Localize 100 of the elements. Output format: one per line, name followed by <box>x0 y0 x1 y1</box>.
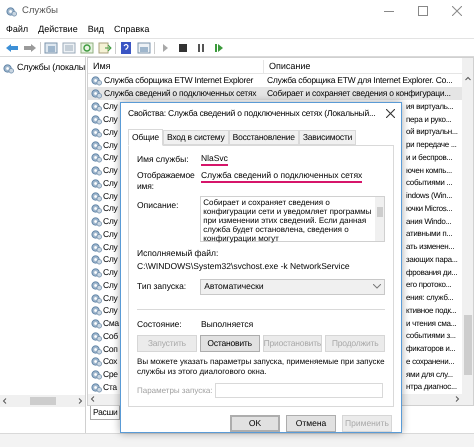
scroll-right-icon[interactable] <box>454 396 460 402</box>
scroll-left-icon[interactable] <box>90 396 96 402</box>
service-name: Слу <box>103 126 118 139</box>
dialog-button[interactable]: Отмена <box>286 415 336 432</box>
service-description: нтра диагнос... <box>406 381 457 394</box>
service-name-value: NlaSvc <box>201 152 228 166</box>
service-description: ями для слу... <box>406 368 453 381</box>
field-label: Имя службы: <box>137 152 190 166</box>
service-description: зающих пара... <box>406 254 458 266</box>
service-description: ения: служб... <box>406 292 454 304</box>
service-name: Слу <box>103 151 118 164</box>
menu-item[interactable]: Вид <box>88 23 104 37</box>
gear-icon <box>91 216 102 228</box>
dialog-tab[interactable]: Общие <box>128 129 163 146</box>
gear-icon <box>91 114 102 126</box>
service-description: фикаторов и... <box>406 343 456 356</box>
gear-icon <box>91 318 102 330</box>
service-description: Служба сборщика ETW для Internet Explorer. Co... <box>266 74 452 88</box>
column-header[interactable]: Имя <box>88 60 264 74</box>
service-description: ать изменен... <box>406 241 454 254</box>
gear-icon <box>91 203 102 214</box>
service-name: Слу <box>103 176 118 190</box>
scroll-left-icon[interactable] <box>2 398 8 404</box>
gear-icon <box>91 228 102 240</box>
dialog-tab[interactable]: Зависимости <box>298 130 356 145</box>
gear-icon <box>91 369 102 380</box>
scrollbar-thumb[interactable] <box>30 397 56 405</box>
gear-icon <box>91 330 102 342</box>
console-tree-icon[interactable] <box>43 40 59 54</box>
gear-icon <box>91 344 102 355</box>
gear-icon <box>91 356 102 368</box>
view-tab[interactable]: Расши <box>90 406 120 420</box>
scrollbar-thumb[interactable] <box>376 207 382 217</box>
gear-icon <box>91 292 102 304</box>
gear-icon <box>91 382 102 393</box>
scrollbar-thumb[interactable] <box>464 315 472 375</box>
service-description: и и беспров... <box>406 152 452 164</box>
gear-icon <box>91 190 102 202</box>
description-text: Собирает и сохраняет сведения о конфигурации сети и уведомляет программы при изменении этих сведений. Если данная служба будет остановлена, сведения о конфигурации могут <box>202 197 372 241</box>
gear-icon <box>91 75 102 86</box>
close-icon <box>386 108 394 118</box>
gear-icon <box>91 101 102 112</box>
service-description: пера и руко... <box>406 114 452 126</box>
service-name: Сох <box>103 355 118 368</box>
properties-icon[interactable] <box>136 40 152 54</box>
menu-item[interactable]: Справка <box>114 23 150 37</box>
service-name: Соп <box>103 342 118 356</box>
display-name-value: Служба сведений о подключенных сетях <box>201 170 362 183</box>
service-description: событиями з... <box>406 330 456 342</box>
horizontal-scrollbar[interactable] <box>0 395 85 407</box>
field-label: Исполняемый файл: <box>137 247 218 260</box>
service-control-button[interactable]: Остановить <box>200 335 260 352</box>
dialog-button[interactable]: OK <box>230 415 280 432</box>
service-name: Слу <box>103 253 118 266</box>
vertical-scrollbar[interactable] <box>375 197 384 241</box>
menu-item[interactable]: Действие <box>38 23 78 37</box>
service-name: Сре <box>103 368 118 381</box>
status-value: Выполняется <box>201 318 254 330</box>
dialog-tab[interactable]: Восстановление <box>228 130 299 145</box>
service-name: Слу <box>103 100 118 114</box>
field-label: Отображаемое имя: <box>137 170 196 192</box>
field-label: Описание: <box>137 199 180 212</box>
service-name: Слу <box>103 304 118 318</box>
service-description: и чтения сма... <box>406 318 456 330</box>
vertical-scrollbar[interactable] <box>462 58 473 405</box>
service-name: Слу <box>103 215 118 228</box>
export-icon[interactable] <box>97 40 113 54</box>
service-name: Сма <box>103 317 119 330</box>
dialog-tab[interactable]: Вход в систему <box>162 130 229 145</box>
service-name: Слу <box>103 266 118 279</box>
gear-icon <box>91 305 102 316</box>
service-row[interactable]: Служба сведений о подключенных сетях Собирает и сохраняет сведения о конфигураци... <box>88 87 462 100</box>
service-name: Служба сборщика ETW Internet Explorer <box>104 74 254 88</box>
service-name: Слу <box>103 240 118 254</box>
gear-icon <box>91 242 102 253</box>
tree-item[interactable]: Службы (локалы <box>17 61 86 75</box>
service-description: ктивное подк... <box>406 304 456 317</box>
refresh-icon[interactable] <box>79 40 95 54</box>
scroll-right-icon[interactable] <box>77 398 83 404</box>
gear-icon <box>91 254 102 266</box>
scroll-up-icon[interactable] <box>464 76 470 82</box>
app-icon <box>6 6 17 16</box>
gear-icon <box>3 62 14 74</box>
service-description: ания Windo... <box>406 216 452 228</box>
gear-icon <box>91 267 102 278</box>
column-header[interactable]: Описание <box>264 60 310 74</box>
service-name: Ста <box>103 380 117 394</box>
help-icon[interactable] <box>118 40 134 54</box>
gear-icon <box>91 152 102 164</box>
list-view-icon[interactable] <box>61 40 77 54</box>
menu-item[interactable]: Файл <box>6 23 28 37</box>
gear-icon <box>91 280 102 291</box>
service-description: Собирает и сохраняет сведения о конфигураци... <box>266 87 451 100</box>
field-label: Параметры запуска: <box>137 384 214 397</box>
dialog-title: Свойства: Служба сведений о подключенных сетях (Локальный... <box>128 106 376 120</box>
service-name: Служба сведений о подключенных сетях <box>104 87 256 100</box>
service-description: событиями ... <box>406 177 452 190</box>
service-description: ри передаче ... <box>406 139 457 152</box>
service-row[interactable]: Служба сборщика ETW Internet Explorer Служба сборщика ETW для Internet Explorer. Co... <box>88 74 462 88</box>
startup-type-dropdown[interactable]: Автоматически <box>200 278 385 294</box>
